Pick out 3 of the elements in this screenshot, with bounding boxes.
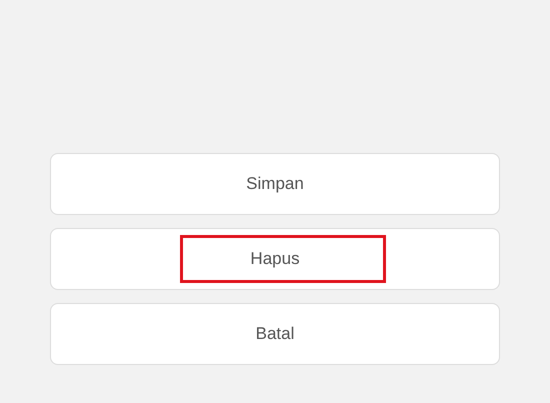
- option-button[interactable]: Hapus: [50, 228, 500, 290]
- option-button[interactable]: Batal: [50, 303, 500, 365]
- option-button[interactable]: Simpan: [50, 153, 500, 215]
